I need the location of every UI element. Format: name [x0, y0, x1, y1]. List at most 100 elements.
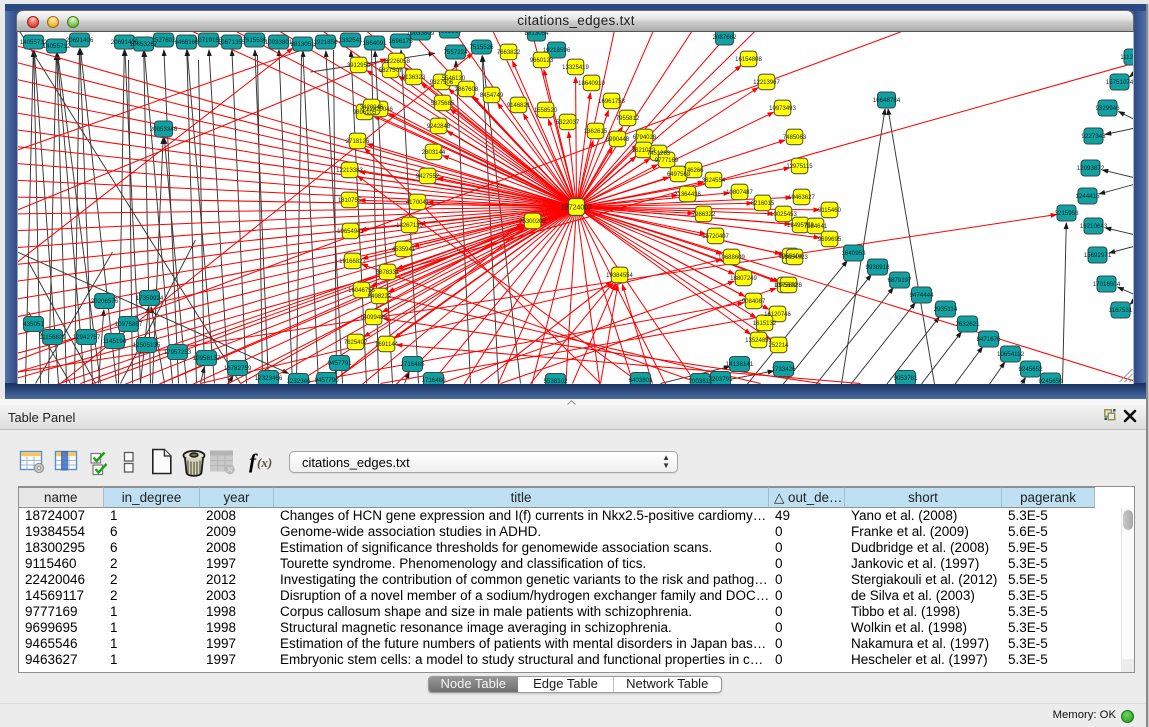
svg-text:11156829: 11156829: [39, 334, 66, 341]
svg-text:9427552: 9427552: [416, 174, 440, 180]
svg-text:9115460: 9115460: [818, 208, 842, 214]
svg-text:5827507: 5827507: [379, 68, 403, 74]
svg-text:10688609: 10688609: [718, 255, 745, 261]
svg-text:16154808: 16154808: [735, 57, 762, 63]
svg-text:9699695: 9699695: [818, 237, 842, 243]
svg-text:18724007: 18724007: [561, 205, 592, 212]
svg-text:3215958: 3215958: [1054, 210, 1079, 217]
svg-text:9457791: 9457791: [327, 360, 352, 367]
svg-text:3624554: 3624554: [702, 178, 726, 184]
svg-text:3420046: 3420046: [360, 105, 384, 111]
svg-text:19384554: 19384554: [606, 273, 633, 279]
svg-text:19756928: 19756928: [775, 283, 802, 289]
svg-text:5498222: 5498222: [368, 294, 392, 300]
svg-text:12093872: 12093872: [1077, 165, 1105, 172]
svg-text:9777169: 9777169: [655, 158, 679, 164]
svg-text:9329946: 9329946: [1095, 105, 1120, 112]
svg-text:1921856: 1921856: [313, 39, 338, 46]
svg-text:7986322: 7986322: [692, 212, 716, 218]
svg-text:12213967: 12213967: [753, 80, 780, 86]
svg-text:16648784: 16648784: [873, 97, 901, 104]
svg-text:1167531: 1167531: [1109, 307, 1133, 314]
svg-text:18807249: 18807249: [730, 276, 757, 282]
svg-text:13267130: 13267130: [396, 223, 423, 229]
svg-text:10033801: 10033801: [265, 39, 293, 46]
svg-text:15692971: 15692971: [1084, 252, 1112, 259]
svg-text:9938918: 9938918: [865, 264, 890, 271]
svg-text:8813051: 8813051: [290, 41, 315, 48]
svg-text:16961758: 16961758: [598, 99, 625, 105]
svg-text:1244415: 1244415: [1075, 193, 1100, 200]
svg-text:7451263: 7451263: [647, 151, 671, 157]
svg-text:7584641: 7584641: [804, 224, 828, 230]
svg-text:1332541: 1332541: [338, 37, 363, 44]
svg-text:5538102: 5538102: [543, 378, 568, 383]
svg-text:10025453: 10025453: [770, 212, 797, 218]
svg-text:12975115: 12975115: [786, 164, 813, 170]
svg-text:6879197: 6879197: [887, 277, 912, 284]
svg-text:5546120: 5546120: [442, 76, 466, 82]
svg-text:19218596: 19218596: [543, 47, 571, 54]
svg-text:14099489: 14099489: [360, 315, 387, 321]
svg-text:12505135: 12505135: [133, 342, 161, 349]
svg-text:9053781: 9053781: [893, 375, 918, 382]
svg-text:9457790: 9457790: [314, 377, 339, 383]
svg-text:435051: 435051: [23, 321, 44, 328]
svg-text:8813054: 8813054: [524, 32, 549, 37]
svg-text:7955810: 7955810: [437, 32, 462, 35]
svg-text:7663822: 7663822: [497, 50, 521, 56]
svg-text:1558520: 1558520: [534, 108, 558, 114]
svg-text:1733426: 1733426: [771, 366, 796, 373]
svg-text:10958137: 10958137: [193, 355, 221, 362]
svg-text:7625402: 7625402: [344, 340, 368, 346]
svg-text:1615132: 1615132: [753, 321, 777, 327]
svg-text:12213383: 12213383: [336, 168, 363, 174]
svg-text:6403801: 6403801: [628, 377, 653, 383]
svg-text:252214: 252214: [768, 343, 789, 349]
svg-text:10807487: 10807487: [726, 190, 753, 196]
svg-text:10033809: 10033809: [407, 32, 435, 37]
svg-text:14055712: 14055712: [43, 43, 71, 50]
svg-text:(x): (x): [257, 455, 272, 470]
svg-text:1145194: 1145194: [103, 338, 127, 345]
svg-text:2935114: 2935114: [934, 306, 958, 313]
svg-text:20206576: 20206576: [91, 298, 119, 305]
svg-text:12942757: 12942757: [73, 334, 101, 341]
svg-text:6216015: 6216015: [751, 201, 775, 207]
svg-text:19166827: 19166827: [339, 259, 366, 265]
svg-text:6794028: 6794028: [633, 135, 657, 141]
svg-text:7485063: 7485063: [783, 135, 807, 141]
svg-text:1716485: 1716485: [400, 361, 425, 368]
svg-text:17016504: 17016504: [1093, 281, 1121, 288]
svg-text:10973493: 10973493: [769, 106, 796, 112]
svg-text:8878331: 8878331: [376, 270, 400, 276]
svg-text:8136323: 8136323: [402, 75, 426, 81]
svg-text:1864091: 1864091: [362, 40, 387, 47]
svg-text:16210643: 16210643: [1080, 223, 1108, 230]
svg-text:9227343: 9227343: [1081, 133, 1106, 140]
svg-text:16120746: 16120746: [764, 312, 791, 318]
svg-text:14136141: 14136141: [726, 361, 754, 368]
svg-text:19654923: 19654923: [781, 255, 808, 261]
svg-text:12226058: 12226058: [383, 59, 410, 65]
svg-text:1696175: 1696175: [388, 38, 413, 45]
svg-text:19654941: 19654941: [337, 229, 364, 235]
svg-text:3912954: 3912954: [347, 63, 371, 69]
svg-text:5322037: 5322037: [556, 120, 580, 126]
svg-text:9084067: 9084067: [742, 299, 766, 305]
svg-text:13325419: 13325419: [562, 65, 589, 71]
svg-text:10654112: 10654112: [997, 351, 1025, 358]
svg-text:10975867: 10975867: [115, 321, 143, 328]
svg-text:1691144: 1691144: [375, 342, 399, 348]
svg-text:746266: 746266: [683, 168, 704, 174]
svg-text:11123301: 11123301: [1120, 54, 1133, 61]
svg-text:1362615: 1362615: [584, 129, 608, 135]
svg-text:5875685: 5875685: [431, 101, 455, 107]
svg-text:8454749: 8454749: [480, 93, 504, 99]
svg-text:25300203: 25300203: [519, 219, 546, 225]
svg-text:20691406: 20691406: [66, 37, 94, 44]
svg-text:21364436: 21364436: [674, 192, 701, 198]
svg-text:9245650: 9245650: [1038, 378, 1063, 383]
svg-text:4170041: 4170041: [406, 200, 430, 206]
svg-text:7632621: 7632621: [955, 321, 980, 328]
